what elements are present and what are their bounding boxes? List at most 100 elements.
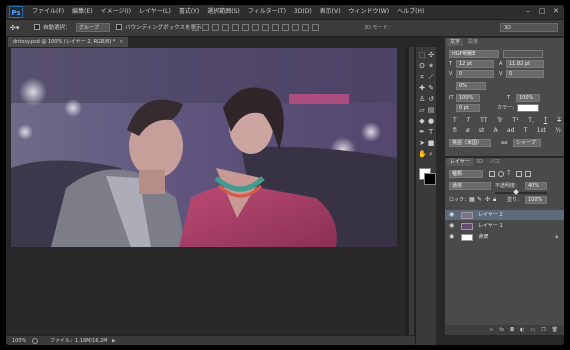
magic-wand-tool-icon[interactable]: ✶ (427, 62, 435, 70)
layer-name[interactable]: レイヤー 1 (478, 221, 503, 231)
distribute-hcenter-icon[interactable] (292, 24, 299, 31)
menu-help[interactable]: ヘルプ(H) (393, 5, 428, 19)
lasso-tool-icon[interactable]: ʘ (418, 62, 426, 70)
status-info-icon[interactable] (32, 338, 38, 344)
close-document-icon[interactable]: × (119, 39, 123, 45)
auto-align-icon[interactable] (312, 24, 319, 31)
faux-italic-button[interactable]: T (467, 117, 471, 125)
distribute-top-icon[interactable] (252, 24, 259, 31)
filter-type-icon[interactable]: T (507, 171, 513, 177)
layer-kind-filter[interactable]: 種類 (449, 170, 483, 178)
minimize-button[interactable]: – (524, 7, 532, 15)
menu-select[interactable]: 選択範囲(S) (203, 5, 244, 19)
workspace-dropdown[interactable]: 3D (500, 23, 558, 32)
swash-button[interactable]: A (494, 127, 498, 135)
maximize-button[interactable]: □ (538, 7, 546, 15)
visibility-eye-icon[interactable]: ◉ (449, 222, 454, 230)
ordinals-button[interactable]: 1st (537, 127, 546, 135)
document-tab[interactable]: dntosy.psd @ 100% (レイヤー 2, RGB/8) * × (8, 37, 129, 47)
path-selection-tool-icon[interactable]: ➤ (418, 139, 426, 147)
visibility-eye-icon[interactable]: ◉ (449, 233, 454, 241)
filter-adjust-icon[interactable] (498, 171, 504, 177)
underline-button[interactable]: T (544, 117, 548, 125)
distribute-vcenter-icon[interactable] (262, 24, 269, 31)
status-menu-arrow-icon[interactable]: ▶ (112, 336, 116, 345)
healing-brush-tool-icon[interactable]: ✚ (418, 84, 426, 92)
new-group-icon[interactable]: ▭ (530, 327, 535, 333)
layer-row[interactable]: ◉ 背景 🔒︎ (445, 232, 564, 242)
layer-mask-icon[interactable]: ◘ (510, 327, 514, 333)
subscript-button[interactable]: T, (528, 117, 534, 125)
shape-tool-icon[interactable]: ■ (427, 139, 435, 147)
tab-3d[interactable]: 3D (473, 158, 486, 166)
hand-tool-icon[interactable]: ✋ (418, 150, 427, 158)
tab-paragraph[interactable]: 段落 (465, 38, 481, 46)
transform-controls-checkbox[interactable] (116, 24, 122, 30)
tab-paths[interactable]: パス (487, 158, 503, 166)
dodge-tool-icon[interactable]: ● (427, 117, 435, 125)
layer-row[interactable]: ◉ レイヤー 2 (445, 210, 564, 220)
layer-style-icon[interactable]: fx (499, 327, 504, 333)
marquee-tool-icon[interactable]: ⬚ (418, 51, 426, 59)
kerning-field[interactable]: 0 (456, 70, 494, 78)
opacity-slider[interactable] (495, 189, 547, 195)
menu-type[interactable]: 書式(Y) (175, 5, 203, 19)
menu-image[interactable]: イメージ(I) (97, 5, 135, 19)
menu-view[interactable]: 表示(V) (316, 5, 345, 19)
vertical-scale-field[interactable]: 100% (456, 94, 480, 102)
link-layers-icon[interactable]: ∞ (489, 327, 493, 333)
visibility-eye-icon[interactable]: ◉ (449, 211, 454, 219)
layer-name[interactable]: 背景 (478, 232, 488, 242)
menu-layer[interactable]: レイヤー(L) (135, 5, 175, 19)
fractions-button[interactable]: ½ (555, 127, 561, 135)
gradient-tool-icon[interactable]: ▤ (427, 106, 435, 114)
menu-edit[interactable]: 編集(E) (68, 5, 96, 19)
pen-tool-icon[interactable]: ✒ (418, 128, 426, 136)
history-brush-tool-icon[interactable]: ↺ (427, 95, 435, 103)
filter-pixel-icon[interactable] (489, 171, 495, 177)
filter-smart-object-icon[interactable] (525, 171, 531, 177)
small-caps-button[interactable]: Tr (497, 117, 502, 125)
type-tool-icon[interactable]: T (427, 128, 435, 136)
filter-shape-icon[interactable] (516, 171, 522, 177)
opacity-field[interactable]: 40% (525, 182, 547, 190)
font-style-select[interactable]: - (503, 50, 543, 58)
antialias-select[interactable]: シャープ (513, 139, 541, 147)
auto-select-checkbox[interactable] (34, 24, 40, 30)
distribute-right-icon[interactable] (302, 24, 309, 31)
horizontal-scale-field[interactable]: 100% (516, 94, 540, 102)
opacity-slider-handle[interactable] (513, 189, 519, 195)
menu-3d[interactable]: 3D(D) (290, 5, 316, 19)
zoom-tool-icon[interactable]: ⌕ (427, 150, 435, 158)
distribute-left-icon[interactable] (282, 24, 289, 31)
tracking-field[interactable]: 0 (506, 70, 544, 78)
brush-tool-icon[interactable]: ✎ (427, 84, 435, 92)
layer-row[interactable]: ◉ レイヤー 1 (445, 221, 564, 231)
blend-mode-select[interactable]: 通常 (449, 182, 491, 190)
text-color-swatch[interactable] (517, 104, 539, 112)
eraser-tool-icon[interactable]: ▱ (418, 106, 426, 114)
leading-field[interactable]: 11.82 pt (506, 60, 544, 68)
clone-stamp-tool-icon[interactable]: ♙ (418, 95, 426, 103)
strikethrough-button[interactable]: T (557, 117, 561, 125)
menu-filter[interactable]: フィルター(T) (244, 5, 290, 19)
discretionary-ligatures-button[interactable]: st (479, 127, 484, 135)
background-color-swatch[interactable] (424, 173, 436, 185)
eyedropper-tool-icon[interactable]: ⟋ (427, 73, 435, 81)
canvas-photo[interactable] (11, 48, 397, 247)
faux-bold-button[interactable]: T (453, 117, 457, 125)
close-button[interactable]: ✕ (552, 7, 560, 15)
superscript-button[interactable]: T¹ (512, 117, 518, 125)
crop-tool-icon[interactable]: ⌗ (418, 73, 426, 81)
lock-position-icon[interactable]: ✣ (485, 196, 490, 204)
align-right-icon[interactable] (242, 24, 249, 31)
language-select[interactable]: 英語（米国） (449, 139, 491, 147)
align-hcenter-icon[interactable] (232, 24, 239, 31)
font-family-select[interactable]: HGP明朝E (449, 50, 499, 58)
delete-layer-icon[interactable]: 🗑︎ (552, 327, 558, 333)
lock-transparency-icon[interactable]: ▦ (469, 196, 475, 204)
align-left-icon[interactable] (222, 24, 229, 31)
distribute-bottom-icon[interactable] (272, 24, 279, 31)
font-size-field[interactable]: 12 pt (456, 60, 494, 68)
auto-select-dropdown[interactable]: グループ (76, 23, 110, 32)
